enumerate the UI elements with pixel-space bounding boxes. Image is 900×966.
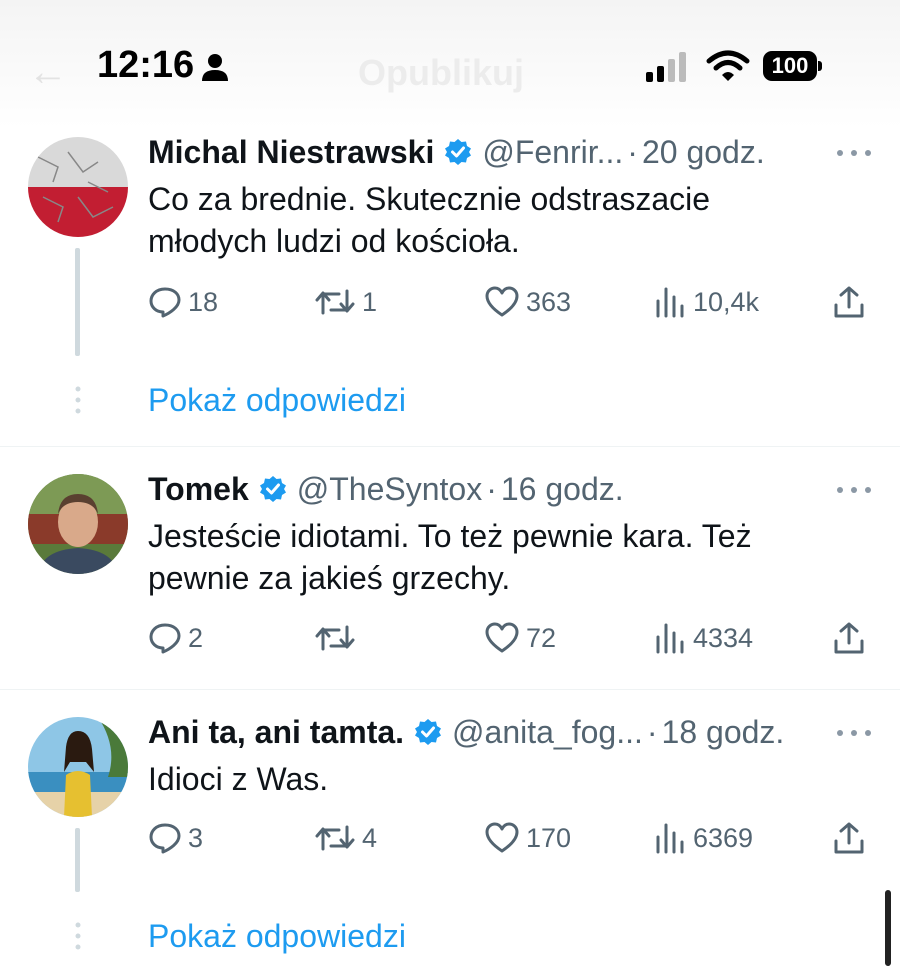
tweet-time[interactable]: 16 godz.: [501, 471, 624, 508]
tweet-header: Tomek @TheSyntox · 16 godz.: [148, 469, 624, 509]
reply-count: 3: [188, 822, 204, 853]
tweet-text: Co za brednie. Skutecznie odstraszacie m…: [148, 181, 711, 259]
tweet-header: Ani ta, ani tamta. @anita_fog... · 18 go…: [148, 712, 784, 752]
avatar-photo-icon: [28, 717, 128, 817]
like-button[interactable]: 72: [484, 618, 556, 658]
reply-icon: [149, 823, 181, 854]
tweet-time[interactable]: 18 godz.: [662, 714, 785, 751]
share-button[interactable]: [832, 618, 866, 658]
heart-icon: [485, 286, 519, 317]
thread-dots-icon: [75, 386, 81, 414]
person-icon: [202, 54, 228, 81]
like-count: 72: [526, 622, 557, 653]
retweet-count: 4: [362, 822, 378, 853]
avatar-photo-icon: [28, 474, 128, 574]
author-name[interactable]: Ani ta, ani tamta.: [148, 714, 404, 751]
author-handle[interactable]: @anita_fog...: [452, 714, 643, 751]
tweet-actions: 2 72 4334: [148, 618, 878, 658]
thread-dots-icon: [75, 922, 81, 950]
retweet-icon: [315, 625, 355, 651]
retweet-icon: [315, 825, 355, 851]
avatar[interactable]: [28, 474, 128, 574]
thread-line: [75, 828, 80, 892]
tweet-text: Jesteście idiotami. To też pewnie kara. …: [148, 518, 752, 596]
share-button[interactable]: [832, 282, 866, 322]
more-options-icon[interactable]: [834, 143, 874, 163]
author-name[interactable]: Michal Niestrawski: [148, 134, 434, 171]
wifi-icon: [706, 50, 750, 81]
verified-badge-icon: [415, 719, 442, 745]
like-button[interactable]: 363: [484, 282, 571, 322]
separator: ·: [627, 133, 638, 170]
reply-count: 2: [188, 622, 204, 653]
status-time: 12:16: [97, 44, 195, 86]
views-count: 4334: [693, 622, 754, 653]
separator: ·: [646, 713, 658, 750]
retweet-count: 1: [362, 286, 378, 317]
battery-level: 100: [763, 51, 817, 81]
reply-button[interactable]: 3: [148, 818, 203, 858]
scrollbar[interactable]: [885, 890, 891, 966]
reply-button[interactable]: 18: [148, 282, 218, 322]
retweet-button[interactable]: 4: [314, 818, 377, 858]
avatar[interactable]: [28, 137, 128, 237]
views-button[interactable]: 6369: [653, 818, 753, 858]
views-button[interactable]: 4334: [653, 618, 753, 658]
retweet-button[interactable]: [314, 618, 362, 658]
separator: ·: [486, 470, 497, 507]
back-arrow-icon[interactable]: ←: [28, 50, 68, 95]
tweet-text: Idioci z Was.: [148, 761, 329, 797]
views-button[interactable]: 10,4k: [653, 282, 759, 322]
reply-count: 18: [188, 286, 219, 317]
retweet-button[interactable]: 1: [314, 282, 377, 322]
heart-icon: [485, 822, 519, 853]
reply-icon: [149, 623, 181, 654]
header-title: Opublikuj: [358, 52, 524, 93]
views-icon: [656, 823, 684, 854]
tweet-actions: 18 1 363 10,4k: [148, 282, 878, 322]
reply-button[interactable]: 2: [148, 618, 203, 658]
tweet-header: Michal Niestrawski @Fenrir... · 20 godz.: [148, 132, 765, 172]
share-icon: [834, 822, 864, 854]
signal-icon: [646, 52, 686, 82]
like-button[interactable]: 170: [484, 818, 571, 858]
divider: [0, 446, 900, 447]
share-icon: [834, 286, 864, 318]
views-icon: [656, 623, 684, 654]
more-options-icon[interactable]: [834, 723, 874, 743]
author-name[interactable]: Tomek: [148, 471, 249, 508]
retweet-icon: [315, 289, 355, 315]
reply-icon: [149, 287, 181, 318]
views-count: 6369: [693, 822, 754, 853]
avatar-poland-flag-icon: [28, 137, 128, 237]
more-options-icon[interactable]: [834, 480, 874, 500]
views-icon: [656, 287, 684, 318]
share-button[interactable]: [832, 818, 866, 858]
author-handle[interactable]: @TheSyntox: [297, 471, 482, 508]
verified-badge-icon: [445, 139, 472, 165]
like-count: 363: [526, 286, 572, 317]
divider: [0, 689, 900, 690]
views-count: 10,4k: [693, 286, 760, 317]
tweet-actions: 3 4 170 6369: [148, 818, 878, 858]
battery-icon: 100: [763, 51, 823, 81]
avatar[interactable]: [28, 717, 128, 817]
author-handle[interactable]: @Fenrir...: [482, 134, 623, 171]
thread-line: [75, 248, 80, 356]
status-bar: ← Opublikuj 12:16 100: [0, 0, 900, 128]
show-replies-link[interactable]: Pokaż odpowiedzi: [148, 918, 406, 955]
show-replies-link[interactable]: Pokaż odpowiedzi: [148, 382, 406, 419]
share-icon: [834, 622, 864, 654]
heart-icon: [485, 622, 519, 653]
like-count: 170: [526, 822, 572, 853]
verified-badge-icon: [259, 476, 286, 502]
tweet-time[interactable]: 20 godz.: [642, 134, 765, 171]
